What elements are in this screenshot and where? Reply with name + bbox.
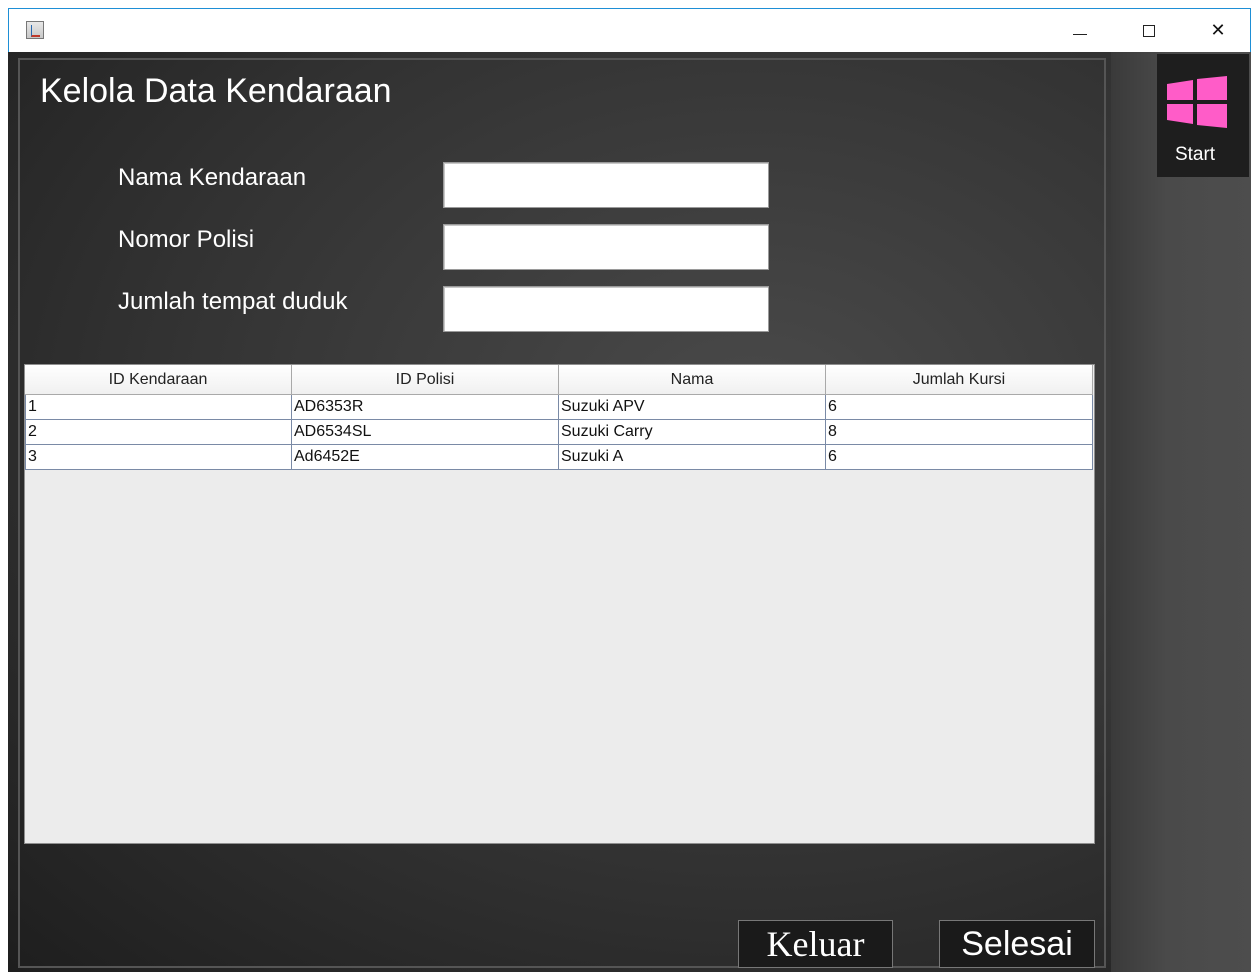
start-label: Start [1174,144,1216,165]
kendaraan-table[interactable]: ID Kendaraan ID Polisi Nama Jumlah Kursi… [24,364,1095,844]
nama-kendaraan-label: Nama Kendaraan [118,164,307,191]
cell-id-kendaraan[interactable]: 3 [25,445,292,470]
minimize-icon [1073,33,1087,35]
right-sidebar [1111,52,1251,972]
column-header-id-polisi[interactable]: ID Polisi [292,365,559,395]
nomor-polisi-input[interactable] [443,224,769,270]
table-row[interactable]: 1 AD6353R Suzuki APV 6 [25,395,1093,420]
cell-id-polisi[interactable]: Ad6452E [292,445,559,470]
maximize-icon [1143,25,1155,37]
java-app-icon[interactable] [26,21,44,39]
main-panel: Kelola Data Kendaraan Nama Kendaraan Nom… [8,52,1251,972]
cell-jumlah-kursi[interactable]: 6 [826,445,1093,470]
table-body: 1 AD6353R Suzuki APV 6 2 AD6534SL Suzuki… [25,395,1093,470]
cell-id-kendaraan[interactable]: 1 [25,395,292,420]
cell-id-polisi[interactable]: AD6353R [292,395,559,420]
start-button[interactable]: Start [1157,54,1249,177]
minimize-button[interactable] [1057,9,1103,53]
windows-logo-icon [1167,76,1227,128]
nomor-polisi-label: Nomor Polisi [118,226,255,253]
close-icon: ✕ [1210,20,1226,41]
close-button[interactable]: ✕ [1195,9,1241,53]
keluar-button[interactable]: Keluar [738,920,893,968]
maximize-button[interactable] [1126,9,1172,53]
cell-jumlah-kursi[interactable]: 6 [826,395,1093,420]
page-title: Kelola Data Kendaraan [40,72,392,110]
cell-id-polisi[interactable]: AD6534SL [292,420,559,445]
table-row[interactable]: 3 Ad6452E Suzuki A 6 [25,445,1093,470]
jumlah-tempat-duduk-input[interactable] [443,286,769,332]
cell-jumlah-kursi[interactable]: 8 [826,420,1093,445]
column-header-jumlah-kursi[interactable]: Jumlah Kursi [826,365,1093,395]
column-header-nama[interactable]: Nama [559,365,826,395]
column-header-id-kendaraan[interactable]: ID Kendaraan [25,365,292,395]
table-header: ID Kendaraan ID Polisi Nama Jumlah Kursi [25,365,1093,395]
cell-nama[interactable]: Suzuki Carry [559,420,826,445]
selesai-button[interactable]: Selesai [939,920,1095,968]
table-row[interactable]: 2 AD6534SL Suzuki Carry 8 [25,420,1093,445]
cell-id-kendaraan[interactable]: 2 [25,420,292,445]
jumlah-tempat-duduk-label: Jumlah tempat duduk [118,288,348,315]
cell-nama[interactable]: Suzuki A [559,445,826,470]
nama-kendaraan-input[interactable] [443,162,769,208]
app-window: ✕ Kelola Data Kendaraan Nama Kendaraan N… [0,0,1251,972]
window-titlebar[interactable]: ✕ [8,8,1251,52]
cell-nama[interactable]: Suzuki APV [559,395,826,420]
